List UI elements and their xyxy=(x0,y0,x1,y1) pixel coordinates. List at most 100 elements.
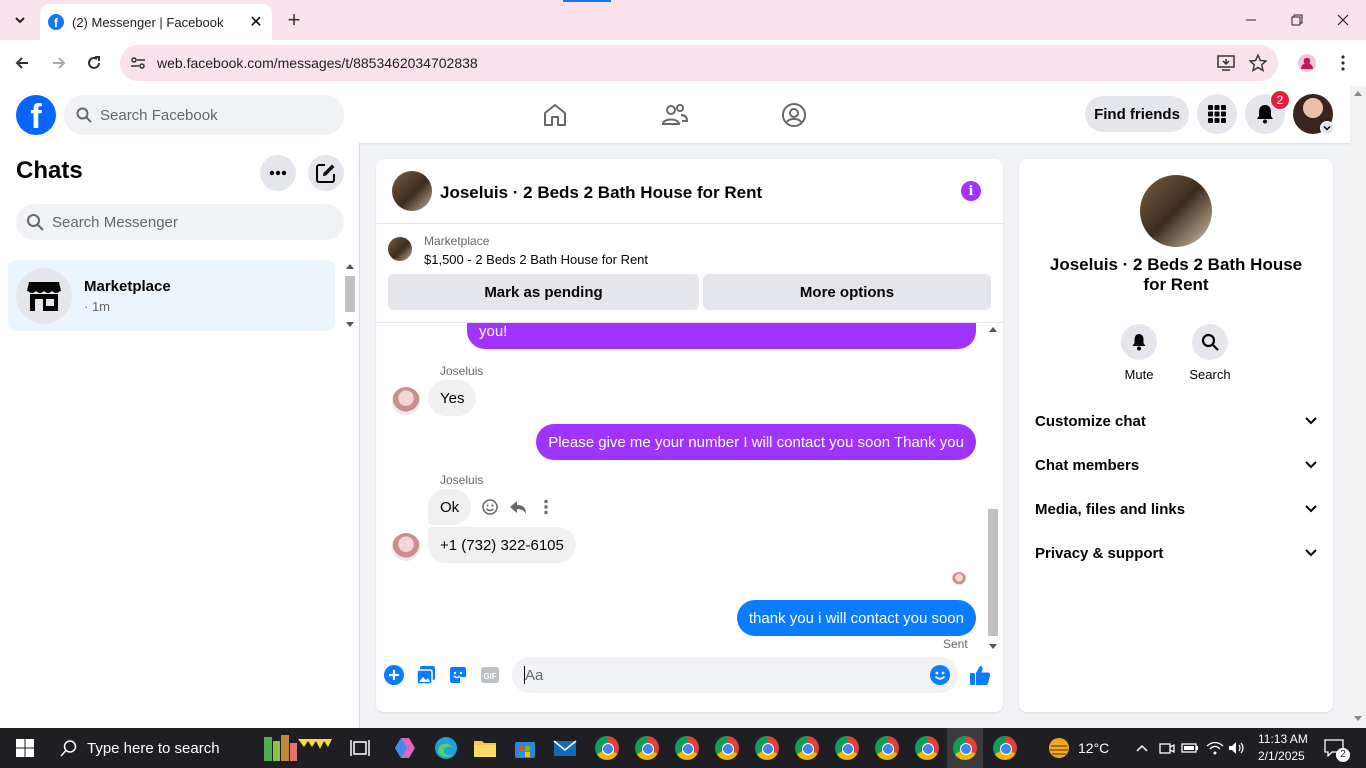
info-icon[interactable]: i xyxy=(961,181,981,201)
sender-avatar[interactable] xyxy=(392,533,420,561)
incoming-message[interactable]: Yes xyxy=(428,380,477,416)
reload-button[interactable] xyxy=(79,48,109,78)
message-scrollbar[interactable] xyxy=(985,324,1001,652)
outgoing-message[interactable]: thank you i will contact you soon xyxy=(736,600,976,636)
start-button[interactable] xyxy=(13,736,37,760)
more-options-button[interactable]: More options xyxy=(703,274,991,310)
store-icon xyxy=(515,742,535,758)
message-status: Sent xyxy=(943,637,968,651)
minimize-button[interactable] xyxy=(1228,0,1274,40)
chrome-app-5[interactable] xyxy=(755,736,779,760)
browser-tab[interactable]: f (2) Messenger | Facebook ✕ xyxy=(40,4,272,40)
back-button[interactable] xyxy=(7,48,37,78)
mute-button[interactable]: Mute xyxy=(1109,324,1169,382)
chrome-app-7[interactable] xyxy=(835,736,859,760)
sticker-button[interactable] xyxy=(447,664,469,686)
gif-button[interactable]: GIF xyxy=(479,664,501,686)
message-input-placeholder: Aa xyxy=(525,666,544,684)
books-widget[interactable] xyxy=(262,735,334,761)
facebook-favicon-icon: f xyxy=(48,14,64,30)
page-scrollbar[interactable] xyxy=(1350,86,1366,728)
close-tab-icon[interactable]: ✕ xyxy=(246,12,266,32)
chrome-app-9[interactable] xyxy=(915,736,939,760)
chat-members-row[interactable]: Chat members xyxy=(1035,447,1317,483)
chrome-app-6[interactable] xyxy=(795,736,819,760)
sender-avatar[interactable] xyxy=(392,387,420,415)
chrome-app-active[interactable] xyxy=(947,728,983,768)
outgoing-message[interactable]: you! xyxy=(467,323,976,349)
more-actions-button[interactable] xyxy=(383,664,405,686)
edge-button[interactable] xyxy=(434,736,458,760)
battery-icon[interactable] xyxy=(1178,736,1202,760)
install-app-button[interactable] xyxy=(1211,48,1241,78)
emoji-icon[interactable] xyxy=(930,665,950,685)
new-tab-button[interactable]: + xyxy=(282,7,306,32)
outgoing-message[interactable]: Please give me your number I will contac… xyxy=(536,424,976,460)
wifi-icon[interactable] xyxy=(1203,736,1227,760)
chat-list-scrollbar[interactable] xyxy=(343,260,357,331)
attach-photo-button[interactable] xyxy=(415,664,437,686)
new-message-button[interactable] xyxy=(308,155,344,191)
tab-search-dropdown[interactable] xyxy=(6,6,34,34)
close-window-button[interactable] xyxy=(1320,0,1366,40)
chrome-app-3[interactable] xyxy=(675,736,699,760)
nav-friends[interactable] xyxy=(660,100,690,130)
reply-button[interactable] xyxy=(507,496,529,518)
compose-icon xyxy=(316,164,335,183)
show-hidden-icons[interactable] xyxy=(1130,736,1154,760)
message-input[interactable]: Aa xyxy=(512,657,958,693)
forward-button[interactable] xyxy=(44,48,74,78)
smile-icon xyxy=(482,499,498,515)
facebook-search-input[interactable]: Search Facebook xyxy=(64,95,344,135)
react-button[interactable] xyxy=(479,496,501,518)
browser-menu-button[interactable] xyxy=(1328,48,1358,78)
chats-options-button[interactable] xyxy=(260,155,296,191)
account-caret[interactable] xyxy=(1320,121,1334,135)
conversation-title[interactable]: Joseluis · 2 Beds 2 Bath House for Rent xyxy=(440,183,762,203)
mark-pending-button[interactable]: Mark as pending xyxy=(388,274,699,310)
chrome-app-1[interactable] xyxy=(595,736,619,760)
meet-now-icon[interactable] xyxy=(1155,736,1179,760)
profile-button[interactable] xyxy=(1292,48,1322,78)
friends-icon xyxy=(661,104,689,125)
menu-button[interactable] xyxy=(1197,94,1237,134)
conversation-avatar[interactable] xyxy=(392,171,432,211)
address-bar[interactable]: web.facebook.com/messages/t/885346203470… xyxy=(120,45,1278,81)
chrome-app-11[interactable] xyxy=(993,736,1017,760)
chrome-app-8[interactable] xyxy=(875,736,899,760)
facebook-logo[interactable]: f xyxy=(16,95,56,135)
chrome-app-2[interactable] xyxy=(635,736,659,760)
store-button[interactable] xyxy=(513,736,537,760)
plus-circle-icon xyxy=(384,665,404,685)
details-avatar[interactable] xyxy=(1140,175,1212,247)
customize-chat-row[interactable]: Customize chat xyxy=(1035,403,1317,439)
file-explorer-button[interactable] xyxy=(473,736,497,760)
mail-button[interactable] xyxy=(553,736,577,760)
task-view-button[interactable] xyxy=(348,736,372,760)
chrome-app-4[interactable] xyxy=(715,736,739,760)
media-files-links-row[interactable]: Media, files and links xyxy=(1035,491,1317,527)
chevron-down-icon xyxy=(1305,461,1317,469)
weather-widget[interactable] xyxy=(1047,736,1071,760)
incoming-message[interactable]: Ok xyxy=(428,489,472,525)
search-in-chat-button[interactable]: Search xyxy=(1180,324,1240,382)
nav-groups[interactable] xyxy=(779,100,809,130)
listing-thumbnail[interactable] xyxy=(388,237,412,261)
privacy-support-row[interactable]: Privacy & support xyxy=(1035,535,1317,571)
bookmark-button[interactable] xyxy=(1243,48,1273,78)
chat-item-marketplace[interactable]: Marketplace · 1m xyxy=(8,260,335,331)
copilot-button[interactable] xyxy=(393,736,417,760)
site-settings-icon[interactable] xyxy=(130,55,146,71)
like-button[interactable] xyxy=(969,664,991,686)
incoming-message[interactable]: +1 (732) 322-6105 xyxy=(428,527,576,563)
volume-icon[interactable] xyxy=(1225,736,1249,760)
clock-date[interactable]: 2/1/2025 xyxy=(1258,749,1305,763)
message-more-button[interactable] xyxy=(535,496,557,518)
clock-time[interactable]: 11:13 AM xyxy=(1258,732,1308,746)
thumbs-up-icon xyxy=(970,666,991,685)
listing-title[interactable]: $1,500 - 2 Beds 2 Bath House for Rent xyxy=(424,252,648,267)
find-friends-button[interactable]: Find friends xyxy=(1085,96,1189,132)
nav-home[interactable] xyxy=(540,100,570,130)
restore-button[interactable] xyxy=(1274,0,1320,40)
messenger-search-input[interactable]: Search Messenger xyxy=(16,204,344,240)
